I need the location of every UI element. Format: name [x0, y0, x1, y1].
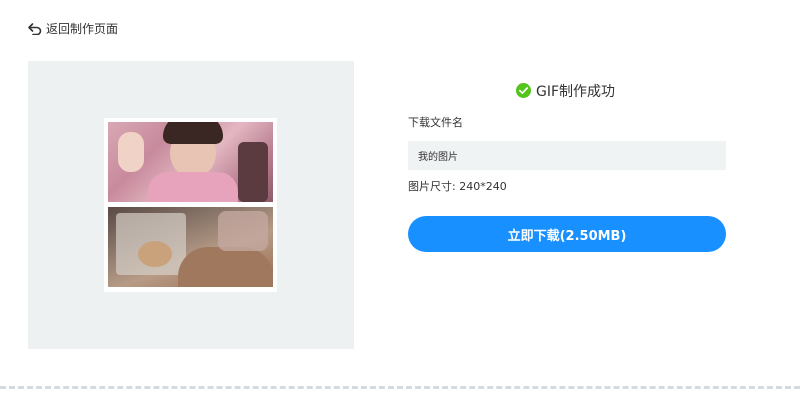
- gif-preview-panel: [28, 61, 354, 349]
- check-circle-icon: [516, 82, 531, 102]
- filename-input[interactable]: [408, 141, 726, 170]
- image-size-info: 图片尺寸: 240*240: [408, 180, 507, 193]
- back-link-label: 返回制作页面: [46, 22, 119, 36]
- download-button[interactable]: 立即下载(2.50MB): [408, 216, 726, 252]
- back-to-editor-link[interactable]: 返回制作页面: [28, 20, 118, 38]
- dashed-divider: [0, 386, 800, 389]
- gif-frame-bottom: [108, 207, 273, 287]
- success-message: GIF制作成功: [516, 82, 615, 102]
- gif-frame-top: [108, 122, 273, 202]
- filename-label: 下载文件名: [408, 116, 463, 129]
- gif-preview-image: [104, 118, 277, 292]
- success-text: GIF制作成功: [536, 84, 616, 100]
- undo-arrow-icon: [28, 23, 42, 35]
